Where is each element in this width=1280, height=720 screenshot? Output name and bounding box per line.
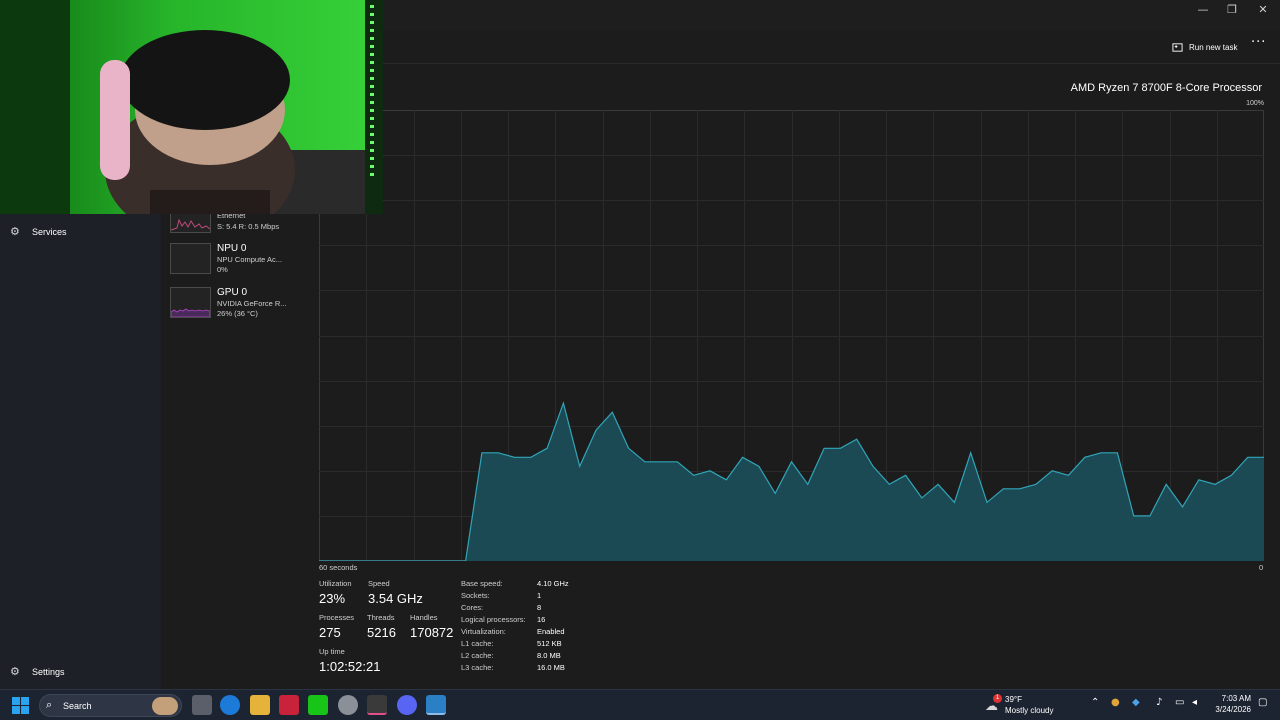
spec-value: 16.0 MB xyxy=(537,663,565,672)
search-icon: ⌕ xyxy=(46,698,53,711)
device-sub: S: 5.4 R: 0.5 Mbps xyxy=(217,222,280,231)
weather-widget[interactable]: ☁ 1 39°F Mostly cloudy xyxy=(983,694,1073,718)
spec-key: Base speed: xyxy=(461,579,503,588)
tray-app-icon[interactable]: ● xyxy=(1111,697,1120,708)
ethernet-thumbnail xyxy=(170,211,211,233)
tray-app-icon-2[interactable]: ◆ xyxy=(1132,697,1140,708)
device-usage: 26% (36 °C) xyxy=(217,309,258,318)
search-highlight-icon xyxy=(152,697,178,715)
services-icon: ⚙ xyxy=(10,225,20,238)
spec-key: L3 cache: xyxy=(461,663,494,672)
run-new-task-button[interactable]: Run new task xyxy=(1172,39,1237,55)
spec-value: Enabled xyxy=(537,627,565,636)
nav-item-services[interactable]: ⚙ Services xyxy=(10,226,67,238)
spec-key: Cores: xyxy=(461,603,484,612)
device-gpu[interactable]: GPU 0 NVIDIA GeForce R... 26% (36 °C) xyxy=(170,287,315,323)
speed-value: 3.54 GHz xyxy=(368,591,423,606)
processor-name: AMD Ryzen 7 8700F 8-Core Processor xyxy=(1070,82,1262,94)
file-explorer-icon[interactable] xyxy=(250,695,270,715)
run-task-icon xyxy=(1172,42,1183,52)
threads-value: 5216 xyxy=(367,625,396,640)
spec-value: 16 xyxy=(537,615,546,624)
taskbar: ⌕ Search ☁ 1 39°F Mostly cloudy ⌃ ● ◆ ♪ … xyxy=(0,689,1280,720)
notification-icon[interactable]: ▢ xyxy=(1258,697,1267,708)
app-a-icon[interactable] xyxy=(279,695,299,715)
clock-date: 3/24/2026 xyxy=(1215,705,1251,714)
uptime-value: 1:02:52:21 xyxy=(319,659,381,674)
chevron-up-icon[interactable]: ⌃ xyxy=(1091,697,1099,708)
gpu-thumbnail xyxy=(170,287,211,318)
npu-thumbnail xyxy=(170,243,211,274)
spec-value: 8 xyxy=(537,603,542,612)
weather-condition: Mostly cloudy xyxy=(1005,706,1054,715)
webcam-overlay xyxy=(0,0,383,214)
threads-label: Threads xyxy=(367,613,395,622)
spec-value: 4.10 GHz xyxy=(537,579,569,588)
spec-value: 1 xyxy=(537,591,542,600)
edge-browser-icon[interactable] xyxy=(220,695,240,715)
graph-min-label: 0 xyxy=(1259,563,1264,572)
device-npu[interactable]: NPU 0 NPU Compute Ac... 0% xyxy=(170,243,315,279)
graph-max-label: 100% xyxy=(1246,100,1264,107)
restore-icon[interactable]: ❐ xyxy=(1216,0,1248,20)
uptime-label: Up time xyxy=(319,647,345,656)
spec-key: L2 cache: xyxy=(461,651,494,660)
device-sub: NVIDIA GeForce R... xyxy=(217,299,287,308)
clock-time: 7:03 AM xyxy=(1221,694,1251,703)
device-name: NPU 0 xyxy=(217,243,247,254)
taskbar-search[interactable]: ⌕ Search xyxy=(39,694,182,717)
device-usage: 0% xyxy=(217,265,228,274)
nav-item-settings-label: Settings xyxy=(32,667,65,677)
app-k-icon[interactable] xyxy=(308,695,328,715)
spec-value: 8.0 MB xyxy=(537,651,561,660)
nav-item-services-label: Services xyxy=(32,227,67,237)
spec-key: L1 cache: xyxy=(461,639,494,648)
speed-label: Speed xyxy=(368,579,390,588)
processes-value: 275 xyxy=(319,625,341,640)
minimize-icon[interactable]: — xyxy=(1187,0,1219,20)
processes-label: Processes xyxy=(319,613,355,622)
volume-icon[interactable]: ◂ xyxy=(1192,697,1197,708)
taskbar-clock[interactable]: 7:03 AM 3/24/2026 xyxy=(1205,694,1251,714)
task-view-icon[interactable] xyxy=(192,695,212,715)
app-obs-icon[interactable] xyxy=(338,695,358,715)
nav-item-settings[interactable]: ⚙ Settings xyxy=(10,666,65,678)
webcam-image xyxy=(0,0,383,214)
task-manager-icon[interactable] xyxy=(426,695,446,715)
utilization-value: 23% xyxy=(319,591,346,606)
close-icon[interactable]: ✕ xyxy=(1247,0,1279,20)
spec-key: Sockets: xyxy=(461,591,490,600)
microphone-icon[interactable]: ♪ xyxy=(1156,697,1162,708)
graph-time-label: 60 seconds xyxy=(319,563,358,572)
settings-icon: ⚙ xyxy=(10,665,20,678)
device-name: GPU 0 xyxy=(217,287,248,298)
spec-value: 512 KB xyxy=(537,639,562,648)
handles-value: 170872 xyxy=(410,625,454,640)
windows-start-icon[interactable] xyxy=(12,697,29,714)
device-sub: NPU Compute Ac... xyxy=(217,255,283,264)
handles-label: Handles xyxy=(410,613,438,622)
utilization-label: Utilization xyxy=(319,579,352,588)
search-label: Search xyxy=(63,701,92,711)
more-options-icon[interactable]: ··· xyxy=(1251,35,1266,50)
spec-key: Logical processors: xyxy=(461,615,526,624)
run-new-task-label: Run new task xyxy=(1189,42,1238,52)
app-active-icon[interactable] xyxy=(367,695,387,715)
weather-badge: 1 xyxy=(993,694,1002,703)
network-icon[interactable]: ▭ xyxy=(1175,697,1184,708)
cpu-performance-pane: AMD Ryzen 7 8700F 8-Core Processor 100% … xyxy=(319,64,1280,689)
spec-key: Virtualization: xyxy=(461,627,506,636)
discord-icon[interactable] xyxy=(397,695,417,715)
weather-temp: 39°F xyxy=(1005,695,1022,704)
cpu-utilization-graph xyxy=(319,110,1264,561)
